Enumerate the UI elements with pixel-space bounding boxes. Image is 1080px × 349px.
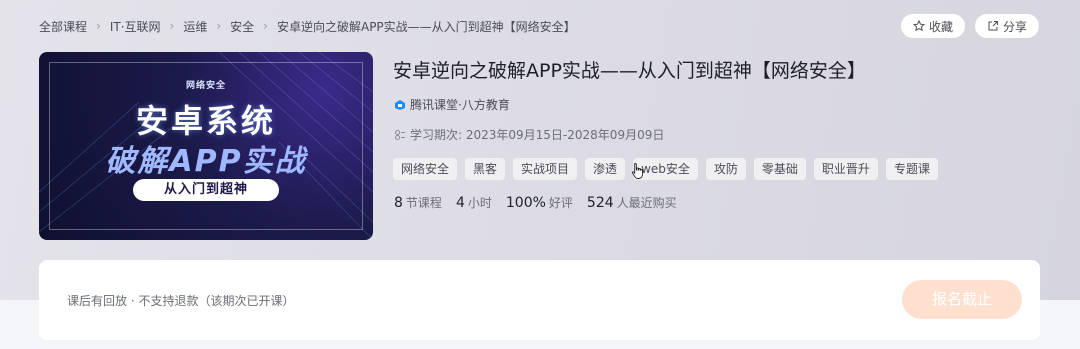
share-label: 分享	[1002, 19, 1027, 34]
breadcrumb-current: 安卓逆向之破解APP实战——从入门到超神【网络安全】	[276, 19, 576, 34]
star-icon	[912, 20, 925, 32]
chevron-right-icon: ›	[96, 19, 101, 33]
header-actions: 收藏 分享	[900, 14, 1039, 38]
favorite-button[interactable]: 收藏	[900, 14, 965, 38]
cover-pill: 从入门到超神	[133, 179, 279, 201]
tag-item[interactable]: 实战项目	[513, 158, 578, 180]
breadcrumb-ops[interactable]: 运维	[183, 18, 207, 35]
provider-name: 腾讯课堂·八方教育	[410, 98, 510, 112]
breadcrumb-all-courses[interactable]: 全部课程	[39, 18, 87, 35]
cover-badge: 网络安全	[185, 81, 226, 91]
lessons-value: 8	[394, 195, 403, 211]
course-title: 安卓逆向之破解APP实战——从入门到超神【网络安全】	[393, 60, 866, 82]
breadcrumb-it[interactable]: IT·互联网	[110, 18, 161, 35]
hours-value: 4	[455, 195, 465, 211]
chevron-right-icon: ›	[263, 19, 268, 33]
course-period: 学习期次: 2023年09月15日-2028年09月09日	[394, 126, 664, 143]
tencent-classroom-icon	[395, 99, 405, 110]
tag-item[interactable]: 职业晋升	[813, 158, 878, 180]
chevron-right-icon: ›	[216, 19, 222, 33]
stat-rating: 100% 好评	[506, 194, 573, 211]
tag-item[interactable]: 网络安全	[393, 158, 458, 180]
tag-item[interactable]: 黑客	[465, 158, 506, 180]
hand-cursor-icon	[632, 163, 643, 179]
stat-buyers: 524 人最近购买	[587, 194, 677, 211]
favorite-label: 收藏	[928, 19, 953, 34]
breadcrumb: 全部课程 › IT·互联网 › 运维 › 安全 › 安卓逆向之破解APP实战——…	[39, 17, 576, 35]
enroll-panel: 课后有回放 · 不支持退款（该期次已开课） 报名截止	[39, 260, 1040, 340]
tag-item[interactable]: 专题课	[885, 158, 938, 180]
tag-item[interactable]: 渗透	[585, 158, 626, 180]
buyers-unit: 人最近购买	[616, 196, 677, 210]
buyers-value: 524	[586, 195, 614, 211]
share-button[interactable]: 分享	[974, 14, 1039, 38]
enroll-button[interactable]: 报名截止	[902, 280, 1022, 319]
rating-unit: 好评	[548, 196, 573, 210]
enroll-note: 课后有回放 · 不支持退款（该期次已开课）	[67, 294, 295, 308]
hours-unit: 小时	[467, 196, 492, 210]
course-cover-image[interactable]: 网络安全 安卓系统 破解APP实战 从入门到超神	[39, 52, 373, 240]
share-icon	[988, 21, 998, 31]
stat-hours: 4 小时	[456, 194, 492, 211]
rating-value: 100%	[505, 195, 546, 211]
course-stats: 8 节课程 4 小时 100% 好评 524 人最近购买	[394, 194, 677, 211]
period-text: 学习期次: 2023年09月15日-2028年09月09日	[410, 128, 665, 142]
course-hero: 全部课程 › IT·互联网 › 运维 › 安全 › 安卓逆向之破解APP实战——…	[0, 0, 1080, 300]
chevron-right-icon: ›	[169, 19, 175, 33]
course-provider[interactable]: 腾讯课堂·八方教育	[394, 96, 510, 113]
cover-title-line2: 破解APP实战	[105, 144, 307, 179]
lessons-unit: 节课程	[405, 196, 442, 210]
period-icon	[395, 129, 405, 140]
tag-item[interactable]: 攻防	[705, 158, 746, 180]
course-tags: 网络安全 黑客 实战项目 渗透 web安全 攻防 零基础 职业晋升 专题课	[393, 158, 938, 180]
tag-item[interactable]: 零基础	[753, 158, 806, 180]
breadcrumb-security[interactable]: 安全	[230, 18, 254, 35]
stat-lessons: 8 节课程	[394, 194, 442, 211]
